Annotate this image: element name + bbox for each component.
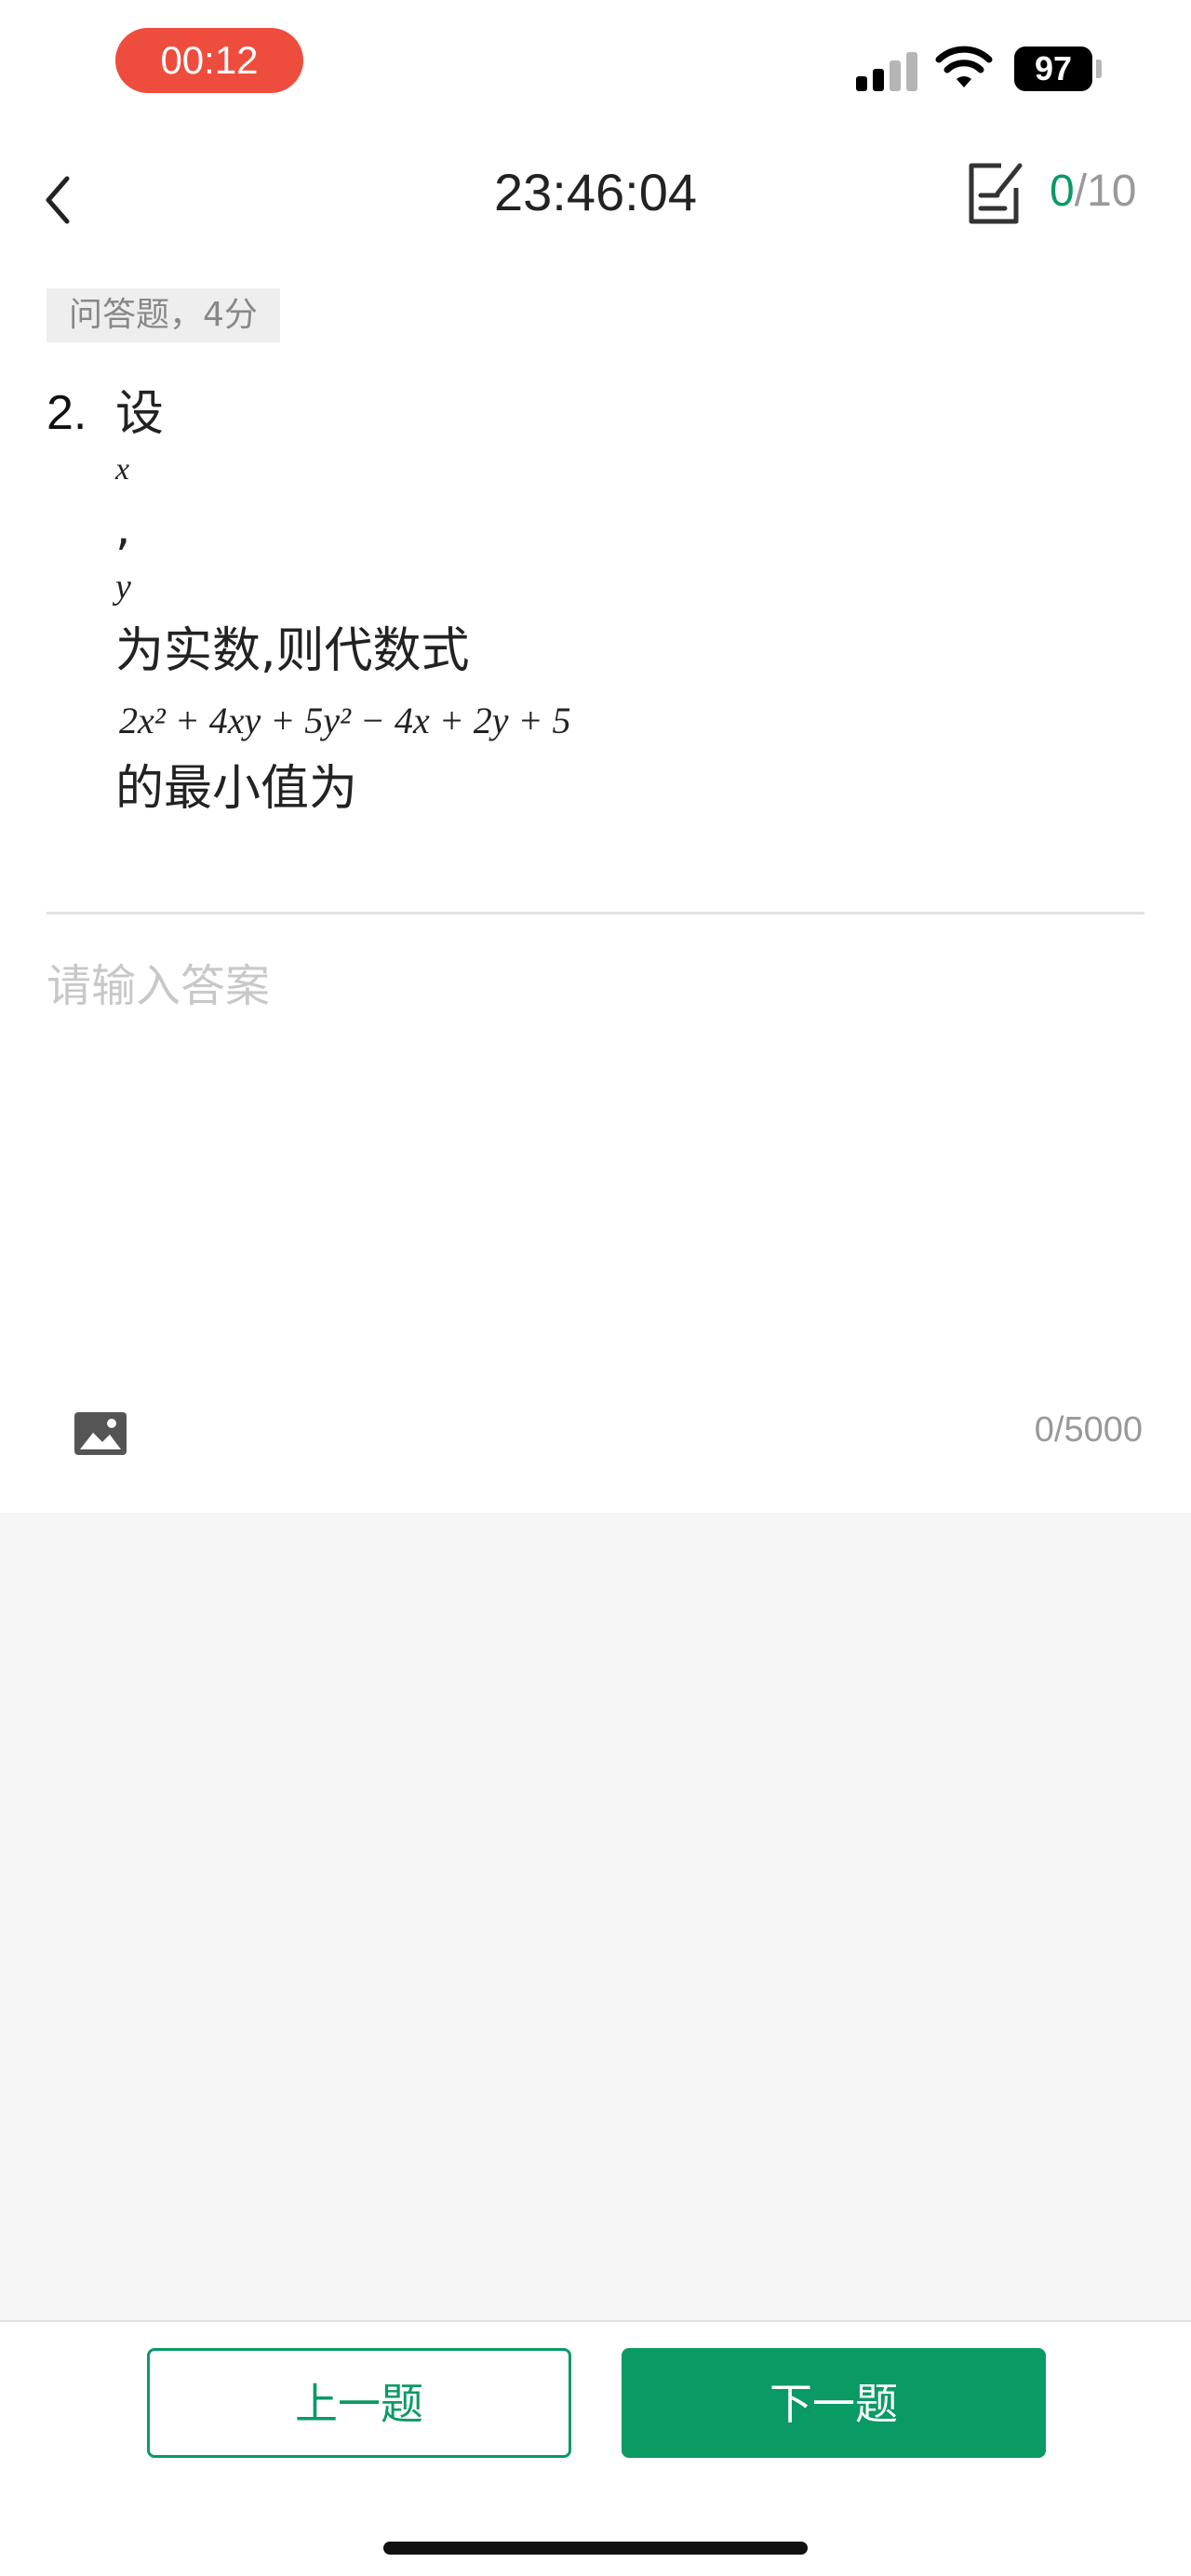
question-line: 的最小值为 [115,761,358,817]
image-upload-icon[interactable] [74,1412,127,1455]
character-counter: 0/5000 [1034,1410,1143,1449]
answer-sheet-icon[interactable] [964,158,1027,229]
answer-progress[interactable]: 0/10 [1050,166,1136,217]
divider [47,912,1144,914]
exam-screen: 00:12 97 23:46:04 0/10 问答题，4分 2. 设 x , y… [0,0,1191,2576]
bottom-nav-bar: 上一题 下一题 [0,2320,1191,2576]
signal-icon [856,50,919,91]
math-expression: 2x² + 4xy + 5y² − 4x + 2y + 5 [119,700,571,741]
status-bar: 00:12 97 [0,0,1191,130]
question-line: 设 [115,386,165,442]
wifi-icon [935,46,993,87]
question-card: 问答题，4分 2. 设 x , y 为实数,则代数式 2x² + 4xy + 5… [0,270,1191,1513]
math-variable-x: x [115,452,130,487]
question-line: , [115,501,131,556]
battery-tip [1096,60,1102,78]
question-number: 2. [47,386,87,440]
question-text: 设 x , y 为实数,则代数式 2x² + 4xy + 5y² − 4x + … [115,381,1139,828]
prev-question-button[interactable]: 上一题 [147,2348,571,2458]
battery-indicator: 97 [1014,47,1092,91]
total-count: /10 [1074,167,1137,216]
next-question-button[interactable]: 下一题 [622,2348,1046,2458]
home-indicator[interactable] [383,2542,808,2555]
exam-header: 23:46:04 0/10 [0,130,1191,270]
math-variable-y: y [115,567,131,607]
recording-timer[interactable]: 00:12 [115,28,303,93]
answered-count: 0 [1050,167,1075,216]
answer-input[interactable] [47,949,1144,1321]
question-type-tag: 问答题，4分 [47,288,280,342]
question-line: 为实数,则代数式 [115,623,470,679]
exam-countdown: 23:46:04 [494,163,697,221]
back-icon[interactable] [35,167,80,233]
